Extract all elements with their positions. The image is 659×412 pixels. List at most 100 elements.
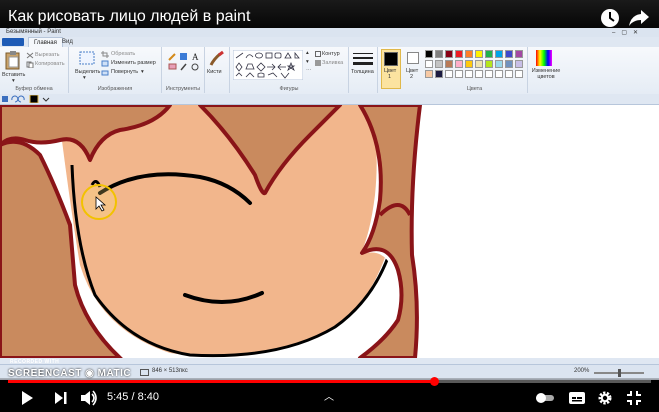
colors-group: Цвета	[422, 47, 528, 93]
palette-swatch[interactable]	[455, 50, 463, 58]
image-group-label: Изображения	[97, 86, 133, 92]
palette-swatch[interactable]	[485, 60, 493, 68]
palette-swatch[interactable]	[465, 50, 473, 58]
image-group: Выделить ▾ Обрезать Изменить размер Пове…	[69, 47, 162, 93]
clipboard-group: Вставить ▾ Вырезать Копировать Буфер обм…	[0, 47, 69, 93]
window-controls[interactable]: –▢✕	[612, 29, 644, 36]
palette-swatch[interactable]	[425, 60, 433, 68]
brushes-button[interactable]: Кисти	[207, 69, 222, 75]
rotate-button[interactable]: Повернуть	[111, 69, 138, 75]
palette-swatch[interactable]	[505, 60, 513, 68]
palette-swatch[interactable]	[465, 70, 473, 78]
color-palette[interactable]	[425, 50, 525, 80]
palette-swatch[interactable]	[425, 70, 433, 78]
palette-swatch[interactable]	[505, 70, 513, 78]
ribbon-tabs	[0, 37, 659, 47]
rotate-icon	[101, 70, 109, 76]
select-button[interactable]: Выделить	[75, 69, 100, 75]
crop-icon	[101, 51, 109, 58]
svg-text:A: A	[192, 52, 199, 62]
palette-swatch[interactable]	[515, 60, 523, 68]
edit-colors-button[interactable]: Изменение цветов	[531, 68, 561, 80]
size-button[interactable]: Толщина	[351, 69, 374, 75]
palette-swatch[interactable]	[485, 70, 493, 78]
palette-swatch[interactable]	[495, 70, 503, 78]
fill-icon	[315, 60, 321, 66]
brush-icon[interactable]	[208, 50, 226, 68]
progress-bar-played	[8, 380, 435, 383]
volume-icon[interactable]	[80, 390, 98, 406]
palette-swatch[interactable]	[465, 60, 473, 68]
brushes-group: Кисти	[205, 47, 230, 93]
colors-group-label: Цвета	[466, 86, 483, 92]
palette-swatch[interactable]	[445, 70, 453, 78]
cut-button[interactable]: Вырезать	[35, 52, 59, 58]
autoplay-toggle-icon[interactable]	[535, 392, 555, 404]
zoom-slider-handle[interactable]	[618, 369, 621, 377]
canvas-area[interactable]	[0, 105, 659, 358]
quick-access-toolbar	[0, 94, 659, 105]
tools-group-label: Инструменты	[165, 86, 201, 92]
next-icon[interactable]	[54, 391, 68, 405]
canvas-size-text: 846 × 513пкс	[152, 368, 188, 374]
palette-swatch[interactable]	[425, 50, 433, 58]
edit-colors-icon[interactable]	[536, 50, 552, 66]
file-menu-button[interactable]	[2, 38, 24, 46]
select-icon[interactable]	[79, 51, 95, 65]
palette-swatch[interactable]	[475, 60, 483, 68]
crop-button[interactable]: Обрезать	[111, 51, 135, 57]
time-display: 5:45 / 8:40	[107, 391, 160, 403]
fill-button[interactable]: Заливка	[322, 60, 343, 66]
palette-swatch[interactable]	[515, 70, 523, 78]
palette-swatch[interactable]	[435, 60, 443, 68]
zoom-level: 200%	[574, 368, 590, 374]
palette-swatch[interactable]	[435, 50, 443, 58]
cut-icon	[26, 52, 34, 59]
color1-number: 1	[388, 74, 392, 80]
palette-swatch[interactable]	[485, 50, 493, 58]
color1-swatch[interactable]	[384, 52, 398, 66]
share-icon[interactable]	[628, 8, 650, 28]
tool-icons[interactable]: A	[167, 51, 201, 73]
shapes-gallery[interactable]	[233, 50, 303, 80]
palette-swatch[interactable]	[455, 60, 463, 68]
palette-swatch[interactable]	[505, 50, 513, 58]
drawing-canvas[interactable]	[0, 105, 659, 358]
color2-swatch[interactable]	[407, 52, 419, 64]
subtitles-icon[interactable]	[568, 391, 586, 405]
shapes-group-label: Фигуры	[279, 86, 299, 92]
palette-swatch[interactable]	[455, 70, 463, 78]
fullscreen-exit-icon[interactable]	[626, 390, 642, 406]
time-current: 5:45	[107, 391, 129, 403]
watch-later-icon[interactable]	[600, 8, 620, 28]
color2-group: Цвет 2	[404, 47, 422, 93]
qat-icons[interactable]	[2, 95, 50, 103]
line-size-icon[interactable]	[353, 52, 373, 66]
size-group: Толщина	[349, 47, 378, 93]
copy-button[interactable]: Копировать	[35, 61, 65, 67]
tools-group: A Инструменты	[162, 47, 205, 93]
palette-swatch[interactable]	[495, 60, 503, 68]
paint-window: Безымянный - Paint –▢✕ Главная Вид Встав…	[0, 28, 659, 380]
palette-swatch[interactable]	[445, 50, 453, 58]
play-icon[interactable]	[20, 390, 34, 406]
settings-icon[interactable]	[597, 390, 613, 406]
copy-icon	[26, 61, 34, 68]
palette-swatch[interactable]	[445, 60, 453, 68]
palette-swatch[interactable]	[495, 50, 503, 58]
palette-swatch[interactable]	[475, 50, 483, 58]
outline-button[interactable]: Контур	[322, 51, 340, 57]
color1-group: Цвет 1	[378, 47, 404, 93]
tab-view[interactable]: Вид	[62, 37, 73, 47]
video-title[interactable]: Как рисовать лицо людей в paint	[8, 8, 250, 26]
color2-number: 2	[410, 74, 414, 80]
paste-icon[interactable]	[4, 50, 22, 70]
resize-button[interactable]: Изменить размер	[111, 60, 156, 66]
palette-swatch[interactable]	[475, 70, 483, 78]
palette-swatch[interactable]	[435, 70, 443, 78]
palette-swatch[interactable]	[515, 50, 523, 58]
paint-window-title: Безымянный - Paint	[6, 29, 61, 35]
canvas-size-icon	[140, 369, 149, 376]
clipboard-group-label: Буфер обмена	[15, 86, 53, 92]
chevron-up-icon[interactable]: ︿	[324, 388, 334, 403]
